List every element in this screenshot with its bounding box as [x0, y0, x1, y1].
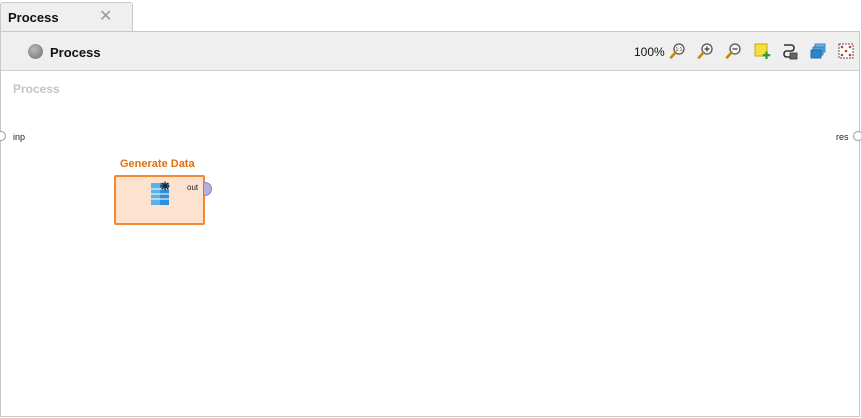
- zoom-level: 100%: [634, 45, 665, 59]
- result-port-res[interactable]: [853, 131, 861, 141]
- process-title: Process: [50, 45, 101, 60]
- output-port-label: out: [187, 183, 199, 192]
- arrange-icon[interactable]: [837, 42, 855, 60]
- auto-wire-icon[interactable]: [781, 42, 799, 60]
- process-panel: Process 100% 1:1 Process inp res Generat…: [0, 31, 861, 417]
- process-canvas[interactable]: Process inp res Generate Data out: [0, 71, 861, 416]
- layers-icon[interactable]: [809, 42, 827, 60]
- result-port-label: res: [836, 132, 849, 142]
- tab-label: Process: [8, 10, 59, 25]
- input-port-inp[interactable]: [0, 131, 6, 141]
- tab-bar: Process ✕: [0, 0, 861, 32]
- output-port-out[interactable]: [203, 182, 212, 196]
- close-icon[interactable]: ✕: [99, 8, 112, 26]
- process-icon: [28, 44, 43, 59]
- operator-title[interactable]: Generate Data: [120, 158, 195, 170]
- zoom-in-icon[interactable]: [697, 42, 715, 60]
- process-toolbar: Process 100% 1:1: [1, 32, 859, 71]
- canvas-title: Process: [13, 82, 60, 96]
- zoom-reset-icon[interactable]: 1:1: [669, 42, 687, 60]
- zoom-out-icon[interactable]: [725, 42, 743, 60]
- tab-process[interactable]: Process ✕: [0, 2, 133, 32]
- input-port-label: inp: [13, 132, 26, 142]
- generate-data-icon: [151, 181, 170, 205]
- add-note-icon[interactable]: [753, 42, 771, 60]
